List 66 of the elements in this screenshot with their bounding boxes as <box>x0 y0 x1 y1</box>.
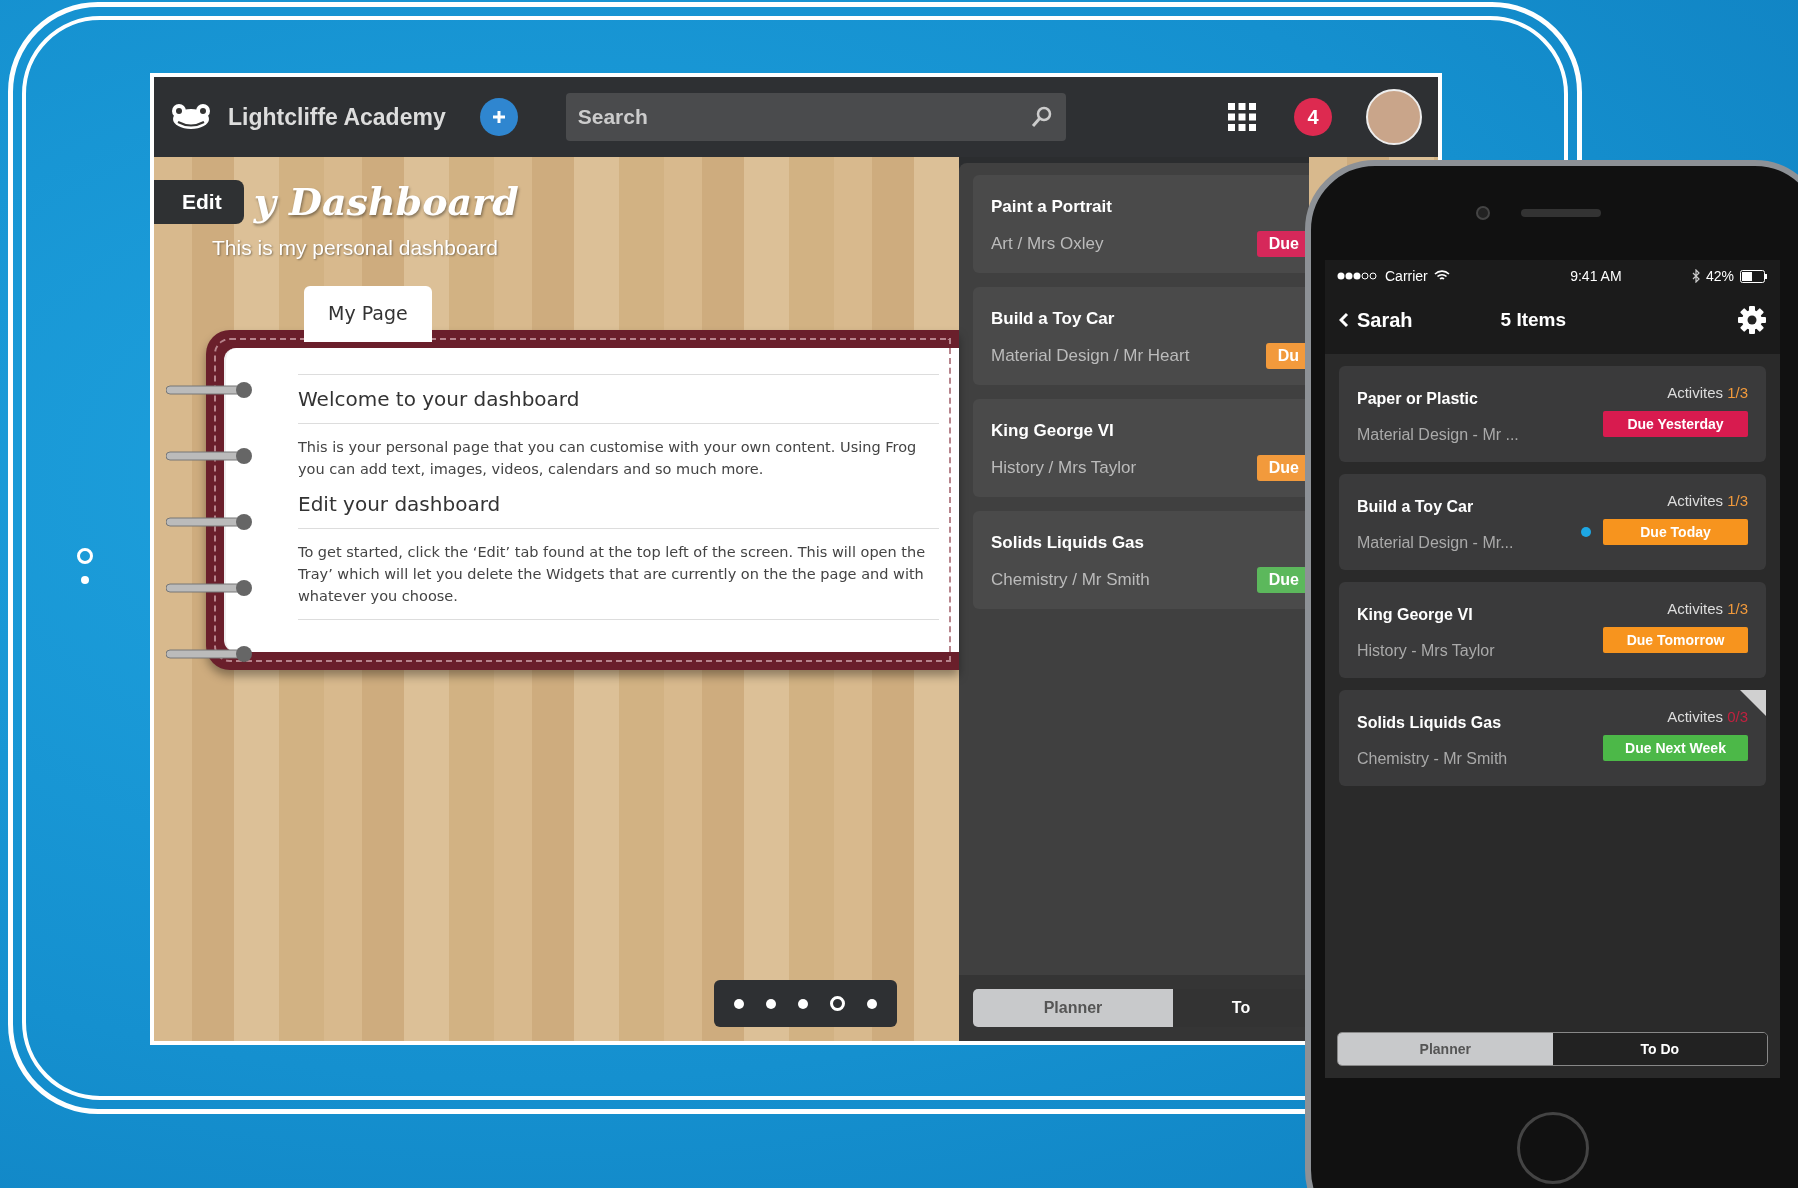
assignment-title: Solids Liquids Gas <box>1357 714 1503 732</box>
assignment-subject: History - Mrs Taylor <box>1357 642 1495 660</box>
section-heading: Edit your dashboard <box>298 492 502 516</box>
edit-tab[interactable]: Edit <box>154 179 244 224</box>
status-time: 9:41 AM <box>1569 268 1622 284</box>
activities-count: Activites 1/3 <box>1667 492 1748 509</box>
planner-card[interactable]: Paint a Portrait Art / Mrs Oxley Due <box>973 175 1309 273</box>
assignment-subject: Material Design / Mr Heart <box>991 346 1191 366</box>
avatar[interactable] <box>1366 89 1422 145</box>
segment-tab[interactable]: Planner <box>1338 1033 1553 1065</box>
dashboard-title: y Dashboard <box>253 179 519 224</box>
assignment-title: King George VI <box>991 421 1115 441</box>
segment-tab[interactable]: Planner <box>973 989 1173 1027</box>
section-text: To get started, click the ‘Edit’ tab found at the top left of the screen. This will open the Tray’ which will let you delete the Widgets that are currently on the the page and with whatever you choose. <box>298 543 927 606</box>
apps-grid-icon[interactable] <box>1228 103 1256 131</box>
assignment-subject: Chemistry - Mr Smith <box>1357 750 1508 768</box>
page-tab[interactable]: My Page <box>304 286 432 342</box>
chevron-left-icon <box>1339 312 1349 328</box>
settings-icon[interactable] <box>1738 306 1766 334</box>
assignment-title: Build a Toy Car <box>991 309 1116 329</box>
add-button[interactable] <box>479 98 518 136</box>
assignment-title: Paper or Plastic <box>1357 390 1479 408</box>
signal-icon <box>1337 271 1379 281</box>
assignment-subject: Material Design - Mr... <box>1357 534 1514 552</box>
plus-icon <box>490 109 507 125</box>
school-name: Lightcliffe Academy <box>228 103 446 131</box>
section-text: This is your personal page that you can customise with your own content. Using Frog you can add text, images, videos, calendars and so much more. <box>298 438 918 479</box>
assignment-subject: History / Mrs Taylor <box>991 458 1138 478</box>
page-dot[interactable] <box>798 998 808 1009</box>
segment-tab[interactable]: To Do <box>1552 1033 1767 1065</box>
todo-card[interactable]: King George VI History - Mrs Taylor Activites 1/3 Due Tomorrow <box>1339 582 1766 678</box>
activities-count: Activites 0/3 <box>1667 708 1748 725</box>
assignment-subject: Chemistry / Mr Smith <box>991 570 1151 590</box>
activities-count: Activites 1/3 <box>1667 384 1748 401</box>
battery-percent: 42% <box>1705 268 1734 284</box>
page-dot[interactable] <box>766 998 776 1009</box>
todo-card[interactable]: Solids Liquids Gas Chemistry - Mr Smith Activites 0/3 Due Next Week <box>1339 690 1766 786</box>
notification-badge[interactable]: 4 <box>1294 98 1332 136</box>
due-badge: Due Yesterday <box>1603 411 1748 437</box>
assignment-title: Paint a Portrait <box>991 197 1113 217</box>
assignment-title: Build a Toy Car <box>1357 498 1475 516</box>
assignment-subject: Art / Mrs Oxley <box>991 234 1105 254</box>
due-badge: Due Next Week <box>1603 735 1748 761</box>
todo-card[interactable]: Build a Toy Car Material Design - Mr... Activites 1/3 Due Today <box>1339 474 1766 570</box>
page-dot[interactable] <box>867 998 877 1009</box>
page-dot[interactable] <box>734 998 744 1009</box>
search-field[interactable]: Search <box>565 93 1066 141</box>
frog-logo-icon <box>170 103 212 131</box>
carrier-name: Carrier <box>1385 268 1428 284</box>
assignment-title: King George VI <box>1357 606 1474 624</box>
activities-count: Activites 1/3 <box>1667 600 1748 617</box>
todo-card[interactable]: Paper or Plastic Material Design - Mr ... Activites 1/3 Due Yesterday <box>1339 366 1766 462</box>
camera-icon <box>1475 205 1491 221</box>
bluetooth-icon <box>1691 269 1700 283</box>
page-dot[interactable] <box>830 996 845 1011</box>
due-badge: Due Tomorrow <box>1603 627 1748 653</box>
dashboard-subtitle: This is my personal dashboard <box>212 236 499 260</box>
wifi-icon <box>1433 270 1450 282</box>
section-heading: Welcome to your dashboard <box>298 387 581 411</box>
search-icon <box>1029 105 1054 129</box>
screen-title: 5 Items <box>1500 309 1567 331</box>
assignment-subject: Material Design - Mr ... <box>1357 426 1519 444</box>
assignment-title: Solids Liquids Gas <box>991 533 1146 553</box>
back-button[interactable]: Sarah <box>1339 308 1413 332</box>
battery-icon <box>1740 269 1768 283</box>
due-badge: Due Today <box>1603 519 1748 545</box>
